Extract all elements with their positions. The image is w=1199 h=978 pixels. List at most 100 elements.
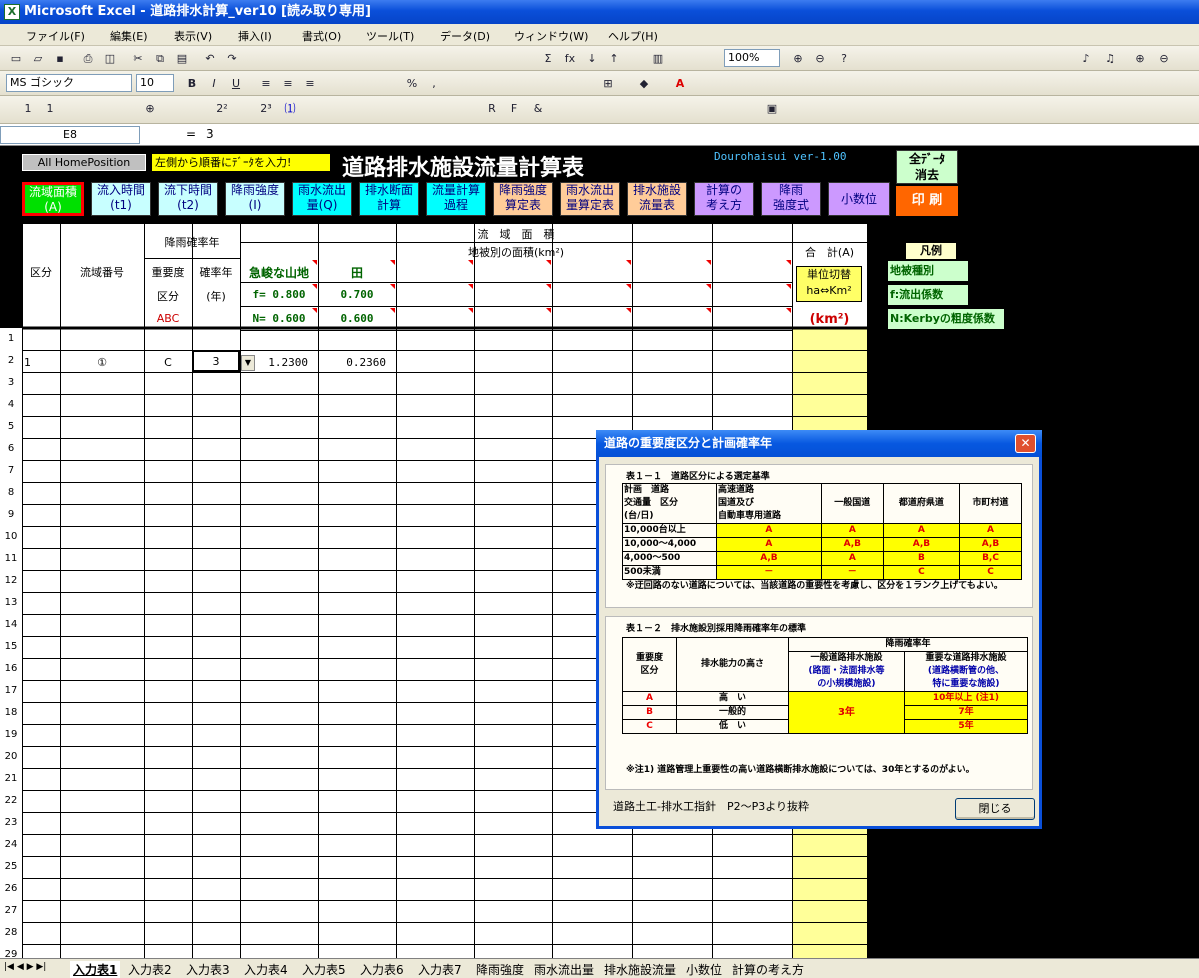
row-header[interactable]: 4	[0, 394, 22, 416]
row-header[interactable]: 20	[0, 746, 22, 768]
borders-icon[interactable]: ⊞	[600, 76, 616, 91]
sheet-tab-8[interactable]: 雨水流出量	[534, 961, 594, 978]
cell-prob-selected[interactable]: 3	[192, 350, 240, 372]
cell-kubun[interactable]: 1	[24, 356, 54, 369]
nav-button-2[interactable]: 流下時間 (t2)	[158, 182, 218, 216]
row-header[interactable]: 25	[0, 856, 22, 878]
unit-switch-button[interactable]: 単位切替 ha⇔Km²	[796, 266, 862, 302]
row-header[interactable]: 7	[0, 460, 22, 482]
open-icon[interactable]: ▱	[30, 51, 46, 66]
row-header[interactable]: 3	[0, 372, 22, 394]
name-box[interactable]: E8	[0, 126, 140, 144]
menu-item-5[interactable]: ツール(T)	[366, 28, 414, 44]
sort-asc-icon[interactable]: ↓	[584, 51, 600, 66]
row-header[interactable]: 19	[0, 724, 22, 746]
row-header[interactable]: 5	[0, 416, 22, 438]
percent-button[interactable]: %	[404, 76, 420, 91]
circle-one-icon[interactable]: ⑴	[282, 101, 298, 116]
menu-item-6[interactable]: データ(D)	[440, 28, 490, 44]
font-select[interactable]: MS ゴシック	[6, 74, 132, 92]
align-right-icon[interactable]: ≡	[302, 76, 318, 91]
font-color-icon[interactable]: A	[672, 76, 688, 91]
sheet-tab-10[interactable]: 小数位	[686, 961, 722, 978]
menu-item-1[interactable]: 編集(E)	[110, 28, 148, 44]
dialog-close-icon[interactable]: ✕	[1015, 434, 1036, 453]
sort-desc-icon[interactable]: ↑	[606, 51, 622, 66]
home-position-button[interactable]: All HomePosition	[22, 154, 146, 171]
sheet-tab-7[interactable]: 降雨強度	[476, 961, 524, 978]
sheet-tab-9[interactable]: 排水施設流量	[604, 961, 676, 978]
font-size-select[interactable]: 10	[136, 74, 174, 92]
row-header[interactable]: 22	[0, 790, 22, 812]
underline-button[interactable]: U	[228, 76, 244, 91]
row-header[interactable]: 11	[0, 548, 22, 570]
zoom-select[interactable]: 100%	[724, 49, 780, 67]
zoom-out-icon[interactable]: ⊖	[812, 51, 828, 66]
clear-all-button[interactable]: 全ﾃﾞｰﾀ 消去	[896, 150, 958, 184]
row-header[interactable]: 18	[0, 702, 22, 724]
cell-importance[interactable]: C	[144, 356, 192, 369]
copy-icon[interactable]: ⧉	[152, 51, 168, 66]
new-icon[interactable]: ▭	[8, 51, 24, 66]
tool-1-icon[interactable]: 1	[20, 101, 36, 116]
align-left-icon[interactable]: ≡	[258, 76, 274, 91]
cube-icon[interactable]: 2³	[258, 101, 274, 116]
ampersand-icon[interactable]: &	[530, 101, 546, 116]
redo-icon[interactable]: ↷	[224, 51, 240, 66]
superscript-icon[interactable]: 2²	[214, 101, 230, 116]
sheet-tab-2[interactable]: 入力表3	[186, 961, 230, 978]
row-header[interactable]: 1	[0, 328, 22, 350]
function-icon[interactable]: fx	[562, 51, 578, 66]
row-header[interactable]: 21	[0, 768, 22, 790]
sheet-tab-11[interactable]: 計算の考え方	[732, 961, 804, 978]
monitor-icon[interactable]: ▣	[764, 101, 780, 116]
nav-button-5[interactable]: 排水断面 計算	[359, 182, 419, 216]
sheet-tab-1[interactable]: 入力表2	[128, 961, 172, 978]
nav-button-8[interactable]: 雨水流出 量算定表	[560, 182, 620, 216]
preview-icon[interactable]: ◫	[102, 51, 118, 66]
cell-area-1[interactable]: 1.2300	[240, 356, 318, 369]
row-header[interactable]: 10	[0, 526, 22, 548]
row-header[interactable]: 17	[0, 680, 22, 702]
nav-button-4[interactable]: 雨水流出 量(Q)	[292, 182, 352, 216]
menu-item-2[interactable]: 表示(V)	[174, 28, 212, 44]
tool-2-icon[interactable]: 1	[42, 101, 58, 116]
nav-button-7[interactable]: 降雨強度 算定表	[493, 182, 553, 216]
nav-button-10[interactable]: 計算の 考え方	[694, 182, 754, 216]
row-header[interactable]: 12	[0, 570, 22, 592]
help-icon[interactable]: ?	[836, 51, 852, 66]
menu-item-0[interactable]: ファイル(F)	[26, 28, 85, 44]
row-header[interactable]: 8	[0, 482, 22, 504]
formula-input[interactable]: 3	[206, 127, 214, 141]
tab-nav-icons[interactable]: |◀ ◀ ▶ ▶|	[4, 962, 46, 972]
row-header[interactable]: 14	[0, 614, 22, 636]
save-icon[interactable]: ▪	[52, 51, 68, 66]
cell-ryuiki-no[interactable]: ①	[60, 356, 144, 369]
row-header[interactable]: 16	[0, 658, 22, 680]
italic-button[interactable]: I	[206, 76, 222, 91]
dialog-close-button[interactable]: 閉じる	[955, 798, 1035, 820]
nav-button-6[interactable]: 流量計算 過程	[426, 182, 486, 216]
menu-item-7[interactable]: ウィンドウ(W)	[514, 28, 588, 44]
row-header[interactable]: 27	[0, 900, 22, 922]
align-center-icon[interactable]: ≡	[280, 76, 296, 91]
music-icon[interactable]: ♪	[1078, 51, 1094, 66]
menu-item-8[interactable]: ヘルプ(H)	[608, 28, 658, 44]
row-header[interactable]: 26	[0, 878, 22, 900]
row-header[interactable]: 2	[0, 350, 22, 372]
chart-icon[interactable]: ▥	[650, 51, 666, 66]
menu-item-4[interactable]: 書式(O)	[302, 28, 341, 44]
print-button[interactable]: 印 刷	[896, 186, 958, 216]
row-header[interactable]: 9	[0, 504, 22, 526]
magnify-minus-icon[interactable]: ⊖	[1156, 51, 1172, 66]
zoom-in-icon[interactable]: ⊕	[790, 51, 806, 66]
row-header[interactable]: 13	[0, 592, 22, 614]
sheet-tab-4[interactable]: 入力表5	[302, 961, 346, 978]
row-header[interactable]: 23	[0, 812, 22, 834]
print-icon[interactable]: ⎙	[80, 51, 96, 66]
sheet-tab-5[interactable]: 入力表6	[360, 961, 404, 978]
fill-color-icon[interactable]: ◆	[636, 76, 652, 91]
sum-icon[interactable]: Σ	[540, 51, 556, 66]
nav-button-1[interactable]: 流入時間 (t1)	[91, 182, 151, 216]
row-header[interactable]: 15	[0, 636, 22, 658]
